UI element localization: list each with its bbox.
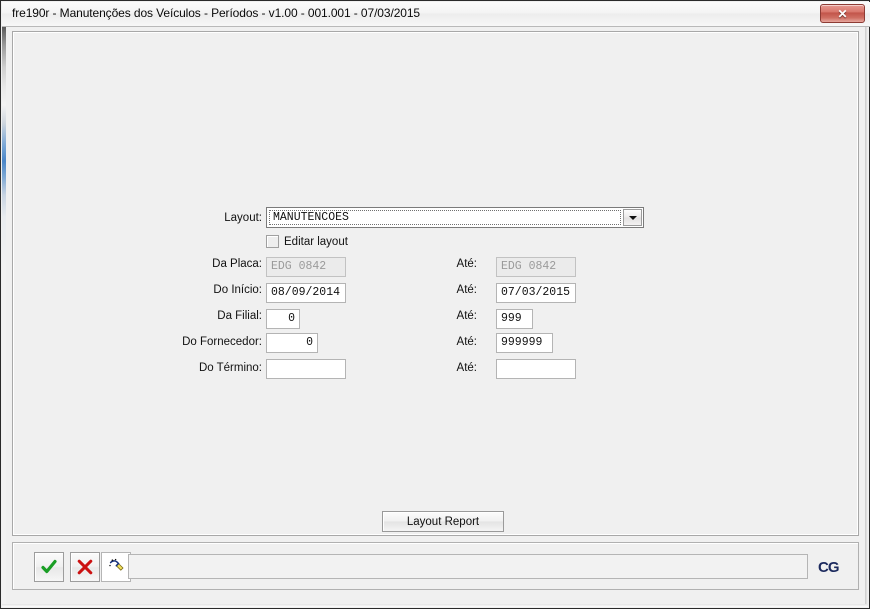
row-to-label-wrap-1: Até: [428,284,477,296]
field-label-do-termino: Do Término: [198,362,262,374]
cg-logo-icon: CG [818,559,839,576]
field-label-do-fornecedor: Do Fornecedor: [182,336,262,348]
row-label-wrap-4: Do Término: [163,362,262,374]
layout-label: Layout: [224,211,262,224]
field-input-ate-placa[interactable]: EDG 0842 [496,257,576,277]
title-bar: fre190r - Manutenções dos Veículos - Per… [2,2,870,27]
cross-icon [77,559,93,575]
field-input-da-filial[interactable]: 0 [266,309,300,329]
client-area: Layout: MANUTENCOES Editar layout Da Pla… [6,28,866,606]
field-label-da-placa: Da Placa: [212,258,262,270]
close-icon: ✕ [837,6,848,21]
field-label-ate-filial: Até: [456,310,477,322]
field-label-ate-termino: Até: [456,362,477,374]
layout-value[interactable]: MANUTENCOES [269,210,621,225]
check-icon [41,559,57,574]
row-to-label-wrap-3: Até: [428,336,477,348]
chevron-down-glyph [628,215,637,220]
layout-label-wrap: Layout: [208,207,262,228]
field-input-do-termino[interactable] [266,359,346,379]
row-label-wrap-3: Do Fornecedor: [163,336,262,348]
application-window: fre190r - Manutenções dos Veículos - Per… [0,0,870,609]
field-input-ate-fornecedor[interactable]: 999999 [496,333,553,353]
field-input-ate-inicio[interactable]: 07/03/2015 [496,283,576,303]
row-to-label-wrap-0: Até: [428,258,477,270]
confirm-button[interactable] [34,552,64,582]
edit-layout-label: Editar layout [284,235,348,248]
row-label-wrap-2: Da Filial: [163,310,262,322]
status-input[interactable] [128,554,808,579]
field-input-do-inicio[interactable]: 08/09/2014 [266,283,346,303]
field-label-da-filial: Da Filial: [217,310,262,322]
edit-layout-checkbox-row[interactable]: Editar layout [266,235,348,248]
field-label-do-inicio: Do Início: [213,284,262,296]
field-label-ate-placa: Até: [456,258,477,270]
form-panel: Layout: MANUTENCOES Editar layout Da Pla… [12,31,859,536]
edit-layout-checkbox[interactable] [266,235,279,248]
row-to-label-wrap-4: Até: [428,362,477,374]
search-wand-button[interactable] [101,552,131,582]
magic-wand-icon [109,558,124,571]
field-input-do-fornecedor[interactable]: 0 [266,333,318,353]
close-button[interactable]: ✕ [820,4,865,23]
layout-report-button[interactable]: Layout Report [382,511,504,532]
row-label-wrap-1: Do Início: [163,284,262,296]
field-label-ate-inicio: Até: [456,284,477,296]
bottom-toolbar: CG [12,542,859,590]
field-input-ate-filial[interactable]: 999 [496,309,533,329]
field-input-da-placa[interactable]: EDG 0842 [266,257,346,277]
filter-form: Layout: MANUTENCOES Editar layout Da Pla… [13,32,858,535]
layout-combobox[interactable]: MANUTENCOES [266,207,644,228]
window-title: fre190r - Manutenções dos Veículos - Per… [12,6,420,20]
row-to-label-wrap-2: Até: [428,310,477,322]
chevron-down-icon[interactable] [623,209,642,226]
field-input-ate-termino[interactable] [496,359,576,379]
field-label-ate-fornecedor: Até: [456,336,477,348]
row-label-wrap-0: Da Placa: [163,258,262,270]
cancel-button[interactable] [70,552,100,582]
